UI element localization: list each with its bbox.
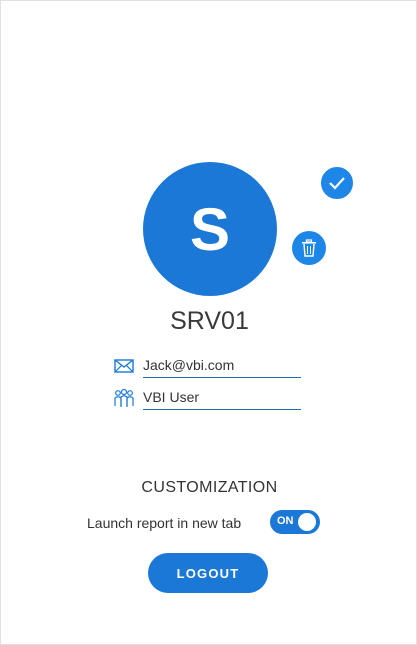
customization-heading: CUSTOMIZATION [141, 479, 278, 496]
toggle-state-text: ON [277, 515, 294, 527]
toggle-knob [298, 513, 316, 531]
close-icon [375, 23, 397, 45]
role-field[interactable] [143, 387, 301, 410]
profile-name: SRV01 [170, 307, 249, 335]
launch-report-label: Launch report in new tab [87, 515, 242, 531]
profile-settings-panel: Profile Settings S SRV01 Jack@vbi.com VB… [0, 0, 417, 645]
users-icon [114, 388, 134, 407]
email-field-row [113, 355, 303, 378]
launch-report-toggle[interactable]: ON [270, 510, 320, 534]
close-button[interactable] [373, 21, 399, 47]
trash-icon [302, 239, 316, 257]
email-field[interactable] [143, 355, 301, 378]
header-background [0, 0, 417, 1]
logout-button[interactable]: LOGOUT [148, 553, 268, 593]
page-title: Profile Settings [19, 27, 184, 54]
envelope-icon [114, 359, 134, 373]
check-icon [329, 177, 345, 190]
delete-avatar-button[interactable] [292, 231, 326, 265]
save-button[interactable] [319, 165, 355, 201]
role-field-row [113, 387, 303, 410]
avatar: S [143, 162, 277, 296]
